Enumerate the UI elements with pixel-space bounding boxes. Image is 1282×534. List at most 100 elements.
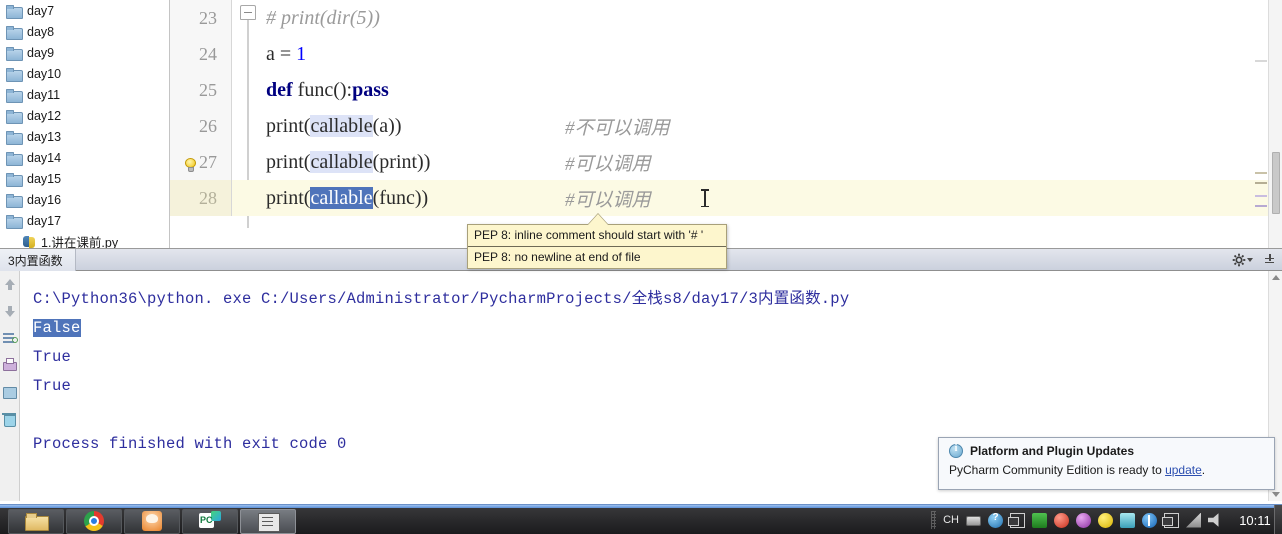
bluetooth-icon[interactable] [1142,512,1157,528]
line-number: 23 [170,0,232,36]
code-text: print(callable(func)) [266,180,428,216]
code-line-26[interactable]: 26 print(callable(a)) #不可以调用 [170,108,1268,144]
purple-app-icon[interactable] [1076,512,1091,528]
show-desktop-button[interactable] [1274,505,1282,534]
code-editor[interactable]: 23 # print(dir(5)) 24 a = 1 25 def func(… [170,0,1268,248]
hide-panel-icon[interactable] [1263,253,1276,267]
tree-item-label: day12 [27,108,62,123]
scroll-down-icon[interactable] [1272,492,1280,497]
marker-stripe[interactable] [1255,60,1267,62]
code-token: print( [266,151,311,173]
tree-item-label: day10 [27,66,62,81]
fold-column[interactable] [232,0,266,228]
code-token: func(): [292,79,353,101]
code-line-27[interactable]: 27 print(callable(print)) #可以调用 [170,144,1268,180]
tree-item-day17[interactable]: day17 [0,210,169,231]
project-tree-panel[interactable]: day7 day8 day9 day10 day11 day12 day13 d… [0,0,170,248]
tree-item-label: day9 [27,45,55,60]
editor-scrollbar[interactable] [1268,0,1282,248]
soft-wrap-icon[interactable] [2,331,18,346]
code-line-23[interactable]: 23 # print(dir(5)) [170,0,1268,228]
volume-icon[interactable] [1208,513,1219,527]
folder-icon [25,512,49,531]
fold-column [232,180,266,216]
up-arrow-icon[interactable] [2,277,17,292]
tree-item-label: day15 [27,171,62,186]
taskbar-button-document-app[interactable] [240,508,296,534]
inline-comment: #可以调用 [565,189,651,211]
cyan-app-icon[interactable] [1120,512,1135,528]
tree-item-python-file[interactable]: 1.讲在课前.py [0,231,169,248]
code-text: a = 1 [266,36,306,72]
tree-item-label: day8 [27,24,55,39]
notification-text-suffix: . [1201,463,1206,477]
taskbar-button-google-chrome[interactable] [66,508,122,534]
taskbar-button-orange-app[interactable] [124,508,180,534]
taskbar-button-pycharm[interactable] [182,508,238,534]
fold-column [232,108,266,144]
code-text: # print(dir(5)) [266,0,380,36]
fold-column [232,144,266,180]
tree-item-day10[interactable]: day10 [0,63,169,84]
lightbulb-intention-icon[interactable] [184,158,197,173]
gear-icon [1232,253,1246,267]
help-icon[interactable] [988,512,1003,528]
marker-stripe[interactable] [1255,172,1267,174]
yellow-app-icon[interactable] [1098,512,1113,528]
tree-item-day8[interactable]: day8 [0,21,169,42]
window-switch-icon[interactable] [1008,512,1025,528]
notification-header: Platform and Plugin Updates [939,438,1274,459]
tree-item-day9[interactable]: day9 [0,42,169,63]
document-icon [258,512,280,532]
code-token: print( [266,187,311,209]
taskbar-button-file-explorer[interactable] [8,508,64,534]
code-fold-icon[interactable] [240,5,256,20]
tree-item-day13[interactable]: day13 [0,126,169,147]
code-line-25[interactable]: 25 def func():pass [170,72,1268,108]
tree-item-day15[interactable]: day15 [0,168,169,189]
code-line-24[interactable]: 24 a = 1 [170,36,1268,72]
marker-stripe[interactable] [1255,205,1267,207]
folder-icon [6,67,23,82]
tree-item-day12[interactable]: day12 [0,105,169,126]
ime-indicator[interactable]: CH [943,514,959,526]
red-app-icon[interactable] [1054,512,1069,528]
folder-icon [6,214,23,229]
selected-output-text: False [33,319,81,337]
tray-grip [931,511,937,529]
taskbar-buttons [8,508,296,534]
tree-item-day7[interactable]: day7 [0,0,169,21]
chevron-down-icon [1247,258,1253,262]
action-center-icon[interactable] [1162,512,1179,528]
export-icon[interactable] [2,385,17,400]
notification-body: PyCharm Community Edition is ready to up… [939,459,1274,477]
tree-item-day11[interactable]: day11 [0,84,169,105]
folder-icon [6,151,23,166]
trash-icon[interactable] [2,412,17,427]
update-notification-balloon[interactable]: Platform and Plugin Updates PyCharm Comm… [938,437,1275,490]
clock[interactable]: 10:11 [1236,513,1274,528]
pycharm-window: day7 day8 day9 day10 day11 day12 day13 d… [0,0,1282,534]
network-icon[interactable] [1186,512,1201,528]
tree-item-day16[interactable]: day16 [0,189,169,210]
marker-stripe[interactable] [1255,195,1267,197]
fold-column [232,36,266,72]
scroll-up-icon[interactable] [1272,275,1280,280]
console-tab[interactable]: 3内置函数 [0,249,76,271]
down-arrow-icon[interactable] [2,304,17,319]
callable-token: callable [310,115,373,137]
code-text: print(callable(a)) [266,108,401,144]
update-link[interactable]: update [1165,463,1202,477]
settings-gear-button[interactable] [1232,253,1253,267]
editor-scrollbar-thumb[interactable] [1272,152,1280,214]
keyword-def-token: def [266,79,293,101]
console-tab-label: 3内置函数 [8,253,63,268]
tree-item-day14[interactable]: day14 [0,147,169,168]
marker-stripe[interactable] [1255,182,1267,184]
keyboard-icon[interactable] [966,516,981,526]
code-line-28[interactable]: 28 print(callable(func)) #可以调用 [170,180,1268,216]
print-icon[interactable] [2,358,17,373]
inline-comment: #可以调用 [565,153,651,175]
code-token: print( [266,115,311,137]
green-app-icon[interactable] [1032,512,1047,528]
